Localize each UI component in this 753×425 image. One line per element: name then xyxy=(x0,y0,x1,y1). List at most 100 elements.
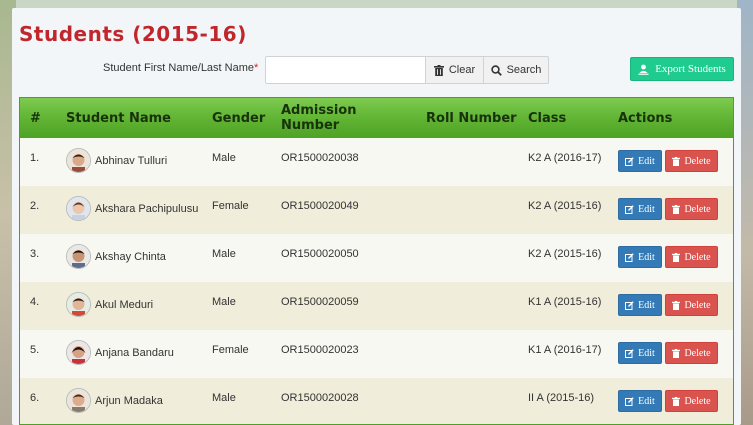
row-actions: Edit Delete xyxy=(618,198,733,220)
export-label: Export Students xyxy=(655,63,726,75)
edit-button[interactable]: Edit xyxy=(618,390,662,412)
col-header-admission-number: Admission Number xyxy=(281,103,357,133)
row-number: 4. xyxy=(30,296,40,308)
delete-button[interactable]: Delete xyxy=(665,150,718,172)
roll-number xyxy=(416,138,518,186)
delete-label: Delete xyxy=(684,155,711,167)
clear-label: Clear xyxy=(448,64,476,76)
edit-button[interactable]: Edit xyxy=(618,342,662,364)
student-photo-icon xyxy=(67,245,90,268)
delete-button[interactable]: Delete xyxy=(665,246,718,268)
student-name[interactable]: Anjana Bandaru xyxy=(95,347,174,359)
roll-number xyxy=(416,234,518,282)
edit-label: Edit xyxy=(638,395,655,407)
delete-button[interactable]: Delete xyxy=(665,294,718,316)
row-number: 6. xyxy=(30,392,40,404)
student-photo-icon xyxy=(67,197,90,220)
student-name-wrap: Akshay Chinta xyxy=(66,244,202,269)
actions-cell: Edit Delete xyxy=(608,186,733,234)
table-row: 5. Anjana Bandaru Female OR1500020023 K1… xyxy=(20,330,733,378)
col-header-student-name: Student Name xyxy=(66,110,171,126)
actions-cell: Edit Delete xyxy=(608,138,733,186)
edit-button[interactable]: Edit xyxy=(618,246,662,268)
search-input[interactable] xyxy=(265,56,426,84)
delete-label: Delete xyxy=(684,203,711,215)
admission-number: OR1500020049 xyxy=(281,200,359,212)
search-icon xyxy=(490,64,502,76)
delete-button[interactable]: Delete xyxy=(665,342,718,364)
col-header-actions: Actions xyxy=(618,110,673,126)
student-avatar xyxy=(66,196,91,221)
edit-button[interactable]: Edit xyxy=(618,150,662,172)
admission-number: OR1500020050 xyxy=(281,248,359,260)
col-header-gender: Gender xyxy=(212,110,266,126)
trash-icon xyxy=(672,396,681,406)
student-photo-icon xyxy=(67,149,90,172)
admission-number: OR1500020059 xyxy=(281,296,359,308)
trash-icon xyxy=(672,156,681,166)
clear-button[interactable]: Clear xyxy=(425,56,484,84)
admission-number: OR1500020038 xyxy=(281,152,359,164)
student-name[interactable]: Akshara Pachipulusu xyxy=(95,203,198,215)
edit-label: Edit xyxy=(638,155,655,167)
search-label-text: Student First Name/Last Name xyxy=(103,62,255,74)
trash-icon xyxy=(672,300,681,310)
edit-label: Edit xyxy=(638,203,655,215)
class: K1 A (2016-17) xyxy=(528,344,602,356)
students-table-container: # Student Name Gender Admission Number R… xyxy=(19,97,734,425)
edit-label: Edit xyxy=(638,347,655,359)
row-number: 2. xyxy=(30,200,40,212)
search-label-button: Search xyxy=(506,64,542,76)
export-students-button[interactable]: Export Students xyxy=(630,57,734,81)
required-mark: * xyxy=(254,62,259,74)
gender: Female xyxy=(212,200,249,212)
row-actions: Edit Delete xyxy=(618,294,733,316)
student-avatar xyxy=(66,148,91,173)
roll-number xyxy=(416,282,518,330)
edit-icon xyxy=(625,204,634,214)
student-name-wrap: Arjun Madaka xyxy=(66,388,202,413)
student-name[interactable]: Akul Meduri xyxy=(95,299,153,311)
student-name-cell: Anjana Bandaru xyxy=(56,330,202,378)
actions-cell: Edit Delete xyxy=(608,282,733,330)
roll-number xyxy=(416,186,518,234)
student-avatar xyxy=(66,292,91,317)
row-actions: Edit Delete xyxy=(618,150,733,172)
students-table: # Student Name Gender Admission Number R… xyxy=(20,98,733,424)
student-name[interactable]: Abhinav Tulluri xyxy=(95,155,167,167)
roll-number xyxy=(416,330,518,378)
table-row: 6. Arjun Madaka Male OR1500020028 II A (… xyxy=(20,378,733,424)
row-actions: Edit Delete xyxy=(618,390,733,412)
gender: Female xyxy=(212,344,249,356)
row-number: 1. xyxy=(30,152,40,164)
actions-cell: Edit Delete xyxy=(608,330,733,378)
delete-button[interactable]: Delete xyxy=(665,198,718,220)
edit-button[interactable]: Edit xyxy=(618,198,662,220)
table-row: 1. Abhinav Tulluri Male OR1500020038 K2 … xyxy=(20,138,733,186)
student-avatar xyxy=(66,388,91,413)
student-name[interactable]: Arjun Madaka xyxy=(95,395,163,407)
student-name-wrap: Akshara Pachipulusu xyxy=(66,196,202,221)
col-header-roll-number: Roll Number xyxy=(426,110,517,126)
search-button[interactable]: Search xyxy=(483,56,549,84)
edit-button[interactable]: Edit xyxy=(618,294,662,316)
actions-cell: Edit Delete xyxy=(608,234,733,282)
students-panel: Students (2015-16) Student First Name/La… xyxy=(12,8,741,425)
edit-label: Edit xyxy=(638,299,655,311)
admission-number: OR1500020023 xyxy=(281,344,359,356)
class: K2 A (2015-16) xyxy=(528,200,602,212)
edit-icon xyxy=(625,396,634,406)
class: K2 A (2016-17) xyxy=(528,152,602,164)
gender: Male xyxy=(212,152,236,164)
page-title: Students (2015-16) xyxy=(19,22,247,46)
trash-icon xyxy=(672,204,681,214)
student-name[interactable]: Akshay Chinta xyxy=(95,251,166,263)
edit-icon xyxy=(625,156,634,166)
student-name-cell: Abhinav Tulluri xyxy=(56,138,202,186)
search-label: Student First Name/Last Name* xyxy=(103,62,258,74)
delete-label: Delete xyxy=(684,299,711,311)
trash-icon xyxy=(672,252,681,262)
delete-button[interactable]: Delete xyxy=(665,390,718,412)
col-header-class: Class xyxy=(528,110,567,126)
student-name-cell: Akshara Pachipulusu xyxy=(56,186,202,234)
